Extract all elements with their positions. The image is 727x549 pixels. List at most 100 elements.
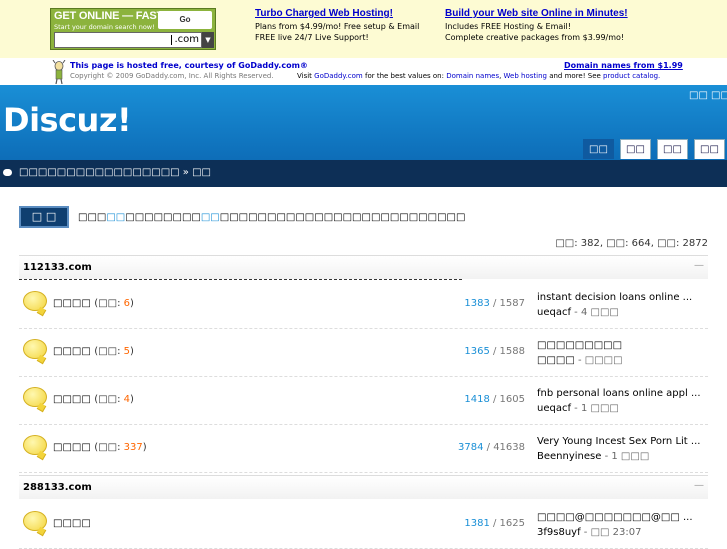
ad-website-builder-line2: Complete creative packages from $3.99/mo…: [445, 33, 625, 42]
last-post-time-text: □□ 23:07: [590, 527, 642, 538]
last-post-meta: ueqacf - 4 □□□: [537, 307, 619, 318]
forum-name-wrap: □□□□ (□□: 337): [53, 442, 147, 453]
forum-counts: 1383 / 1587: [464, 298, 525, 309]
last-post-meta: 3f9s8uyf - □□ 23:07: [537, 527, 641, 538]
collapse-icon[interactable]: —: [694, 260, 704, 271]
last-post-meta: □□□□ - □□□□: [537, 355, 623, 366]
nav-tab-3[interactable]: □□: [657, 139, 688, 159]
last-post-link[interactable]: instant decision loans online ...: [537, 292, 692, 303]
last-post-time-text: 4 □□□: [580, 307, 619, 318]
nav-tab-1[interactable]: □□: [583, 139, 614, 159]
breadcrumb[interactable]: □□□□□□□□□□□□□□□□□ » □□: [19, 167, 211, 178]
post-count: 1587: [499, 298, 525, 309]
today-count: 5: [123, 346, 131, 357]
domain-names-link[interactable]: Domain names from $1.99: [564, 61, 683, 70]
thread-count: 3784: [458, 442, 484, 453]
last-post-author[interactable]: Beennyinese: [537, 451, 601, 462]
forum-counts: 1381 / 1625: [464, 518, 525, 529]
today-posts: (□□: 337): [94, 442, 147, 453]
forum-counts: 1418 / 1605: [464, 394, 525, 405]
web-hosting-link[interactable]: Web hosting: [504, 72, 547, 80]
login-button[interactable]: □ □: [19, 206, 69, 228]
forum-link[interactable]: □□□□: [53, 442, 91, 453]
toplink-2[interactable]: □□: [711, 90, 727, 101]
collapse-icon[interactable]: —: [694, 480, 704, 491]
domain-search-input[interactable]: .com: [54, 32, 202, 48]
last-post-link[interactable]: Very Young Incest Sex Porn Lit ...: [537, 436, 700, 447]
welcome-message: □□□□□□□□□□□□□□□□□□□□□□□□□□□□□□□□□□□□□□□□…: [78, 212, 465, 223]
tld-dropdown-button[interactable]: ▼: [202, 32, 214, 48]
thread-count: 1383: [464, 298, 490, 309]
today-label: □□: [98, 298, 118, 309]
last-post-time: - □□ 23:07: [583, 527, 642, 538]
visit-text: Visit: [297, 72, 315, 80]
last-post-link[interactable]: □□□□@□□□□□□□@□□ ...: [537, 512, 693, 523]
godaddy-subtitle: Start your domain search now!: [54, 23, 155, 31]
welcome-text-a: □□□: [78, 212, 107, 223]
godaddy-title: GET ONLINE — FAST!: [54, 10, 167, 22]
speech-bubble-icon: [3, 169, 12, 176]
last-post-time: - 1 □□□: [604, 451, 650, 462]
site-logo[interactable]: Discuz!: [3, 101, 132, 139]
today-posts: (□□: 6): [94, 298, 134, 309]
last-post-link[interactable]: fnb personal loans online appl ...: [537, 388, 701, 399]
domain-names-small-link[interactable]: Domain names: [446, 72, 499, 80]
today-count: 337: [123, 442, 143, 453]
ad-hosting-line2: FREE live 24/7 Live Support!: [255, 33, 369, 42]
ad-hosting: Turbo Charged Web Hosting! Plans from $4…: [255, 8, 419, 44]
forum-row: □□□□ (□□: 5) 1365 / 1588 □□□□□□□□□ □□□□ - □…: [19, 329, 708, 377]
thread-count: 1381: [464, 518, 490, 529]
today-count: 4: [123, 394, 131, 405]
forum-name-wrap: □□□□ (□□: 6): [53, 298, 134, 309]
values-text: for the best values on:: [362, 72, 447, 80]
copyright-text: Copyright © 2009 GoDaddy.com, Inc. All R…: [70, 72, 274, 80]
tld-label: .com: [174, 34, 199, 45]
last-post-time-text: 1 □□□: [580, 403, 619, 414]
post-count: 1588: [499, 346, 525, 357]
section-title[interactable]: 112133.com: [23, 262, 92, 273]
today-posts: (□□: 4): [94, 394, 134, 405]
hosted-notice: This page is hosted free, courtesy of Go…: [70, 61, 308, 70]
forum-link[interactable]: □□□□: [53, 346, 91, 357]
forum-row: □□□□ (□□: 337) 3784 / 41638 Very Young Inc…: [19, 425, 708, 473]
today-label: □□: [98, 442, 118, 453]
today-label: □□: [98, 394, 118, 405]
forum-link[interactable]: □□□□: [53, 394, 91, 405]
forum-counts: 3784 / 41638: [458, 442, 525, 453]
toplink-1[interactable]: □□: [689, 90, 708, 101]
last-post-time: - □□□□: [577, 355, 623, 366]
today-count: 6: [123, 298, 131, 309]
last-post-author[interactable]: □□□□: [537, 355, 575, 366]
last-post-author[interactable]: 3f9s8uyf: [537, 527, 581, 538]
welcome-link-2[interactable]: □□: [201, 212, 220, 223]
ad-website-builder-link[interactable]: Build your Web site Online in Minutes!: [445, 8, 628, 20]
today-label: □□: [98, 346, 118, 357]
section-divider: [19, 279, 462, 280]
section-header: 288133.com —: [19, 475, 708, 499]
section-header: 112133.com —: [19, 255, 708, 279]
godaddy-logo[interactable]: Go Daddy.com: [158, 11, 212, 42]
forum-bubble-icon: [23, 291, 47, 311]
nav-tab-2[interactable]: □□: [620, 139, 651, 159]
forum-link[interactable]: □□□□: [53, 518, 91, 529]
forum-row: □□□□ (□□: 6) 1383 / 1587 instant decision …: [19, 281, 708, 329]
forum-name-wrap: □□□□: [53, 518, 91, 529]
nav-tab-4[interactable]: □□: [694, 139, 725, 159]
forum-link[interactable]: □□□□: [53, 298, 91, 309]
visit-godaddy-text: Visit GoDaddy.com for the best values on…: [297, 72, 661, 80]
text-caret: [171, 35, 172, 45]
welcome-link-1[interactable]: □□: [106, 212, 125, 223]
last-post-author[interactable]: ueqacf: [537, 403, 571, 414]
product-catalog-link[interactable]: product catalog.: [603, 72, 660, 80]
last-post-link[interactable]: □□□□□□□□□: [537, 340, 622, 351]
godaddy-link[interactable]: GoDaddy.com®: [238, 61, 308, 70]
hosted-notice-text: This page is hosted free, courtesy of: [70, 61, 239, 70]
last-post-author[interactable]: ueqacf: [537, 307, 571, 318]
post-count: 1605: [499, 394, 525, 405]
ad-hosting-link[interactable]: Turbo Charged Web Hosting!: [255, 8, 419, 20]
section-title[interactable]: 288133.com: [23, 482, 92, 493]
godaddy-visit-link[interactable]: GoDaddy.com: [314, 72, 363, 80]
godaddy-mascot-icon: [52, 60, 66, 84]
forum-bubble-icon: [23, 435, 47, 455]
forum-counts: 1365 / 1588: [464, 346, 525, 357]
